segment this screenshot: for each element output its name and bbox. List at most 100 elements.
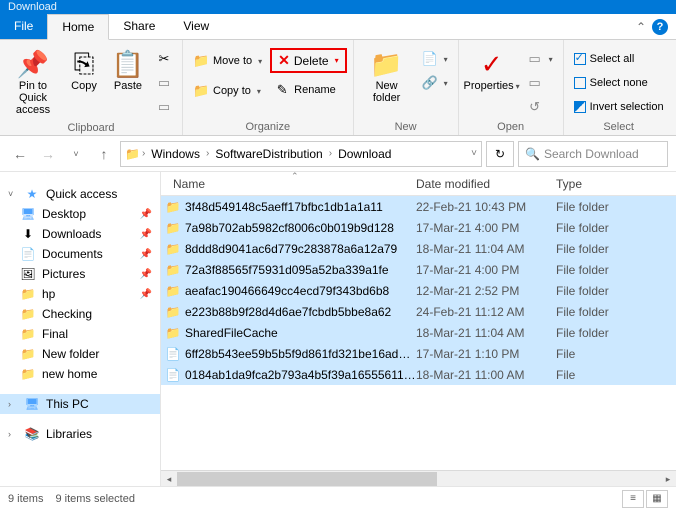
file-row[interactable]: 📁aeafac190466649cc4ecd79f343bd6b812-Mar-…: [161, 280, 676, 301]
address-bar[interactable]: 📁 › Windows › SoftwareDistribution › Dow…: [120, 141, 482, 167]
nav-libraries[interactable]: › 📚 Libraries: [0, 424, 160, 444]
history-button[interactable]: ↺: [523, 96, 557, 118]
horizontal-scrollbar[interactable]: ◂ ▸: [161, 470, 676, 486]
file-type: File folder: [556, 284, 646, 298]
chevron-right-icon[interactable]: ›: [8, 399, 18, 409]
copy-icon: ⎘: [74, 48, 95, 80]
file-row[interactable]: 📁e223b88b9f28d4d6ae7fcbdb5bbe8a6224-Feb-…: [161, 301, 676, 322]
chevron-down-icon[interactable]: ˅: [8, 189, 18, 199]
navigation-pane[interactable]: ˅ ★ Quick access 🖥Desktop📌⬇Downloads📌📄Do…: [0, 172, 160, 486]
sidebar-item[interactable]: 🖥Desktop📌: [0, 204, 160, 224]
view-icons-button[interactable]: ▦: [646, 490, 668, 508]
file-icon: 📄: [161, 347, 185, 361]
properties-button[interactable]: ✓ Properties▾: [465, 44, 519, 97]
copy-button[interactable]: ⎘ Copy: [64, 44, 104, 96]
file-date: 18-Mar-21 11:00 AM: [416, 368, 556, 382]
column-name[interactable]: Name: [161, 177, 416, 191]
file-list[interactable]: 📁3f48d549148c5aeff17bfbc1db1a1a1122-Feb-…: [161, 196, 676, 470]
breadcrumb-segment[interactable]: SoftwareDistribution: [211, 147, 326, 161]
folder-icon: 📁: [161, 200, 185, 214]
scroll-left-icon[interactable]: ◂: [161, 472, 177, 486]
chevron-right-icon[interactable]: ›: [206, 148, 209, 159]
open-button[interactable]: ▭▾: [523, 48, 557, 70]
help-icon[interactable]: ?: [652, 19, 668, 35]
history-icon: ↺: [527, 99, 543, 115]
file-row[interactable]: 📁3f48d549148c5aeff17bfbc1db1a1a1122-Feb-…: [161, 196, 676, 217]
chevron-down-icon: ▾: [258, 57, 262, 66]
folder-icon: 📁: [161, 284, 185, 298]
search-input[interactable]: 🔍 Search Download: [518, 141, 668, 167]
scroll-right-icon[interactable]: ▸: [660, 472, 676, 486]
easy-access-button[interactable]: 🔗▾: [418, 72, 452, 94]
sidebar-item[interactable]: 📁new home: [0, 364, 160, 384]
tab-file[interactable]: File: [0, 14, 47, 39]
refresh-button[interactable]: ↻: [486, 141, 514, 167]
nav-this-pc[interactable]: › 🖥 This PC: [0, 394, 160, 414]
pin-to-quick-access-button[interactable]: 📌 Pin to Quick access: [6, 44, 60, 120]
paste-button[interactable]: 📋 Paste: [108, 44, 148, 96]
chevron-right-icon[interactable]: ›: [329, 148, 332, 159]
nav-quick-access[interactable]: ˅ ★ Quick access: [0, 184, 160, 204]
delete-button[interactable]: ✕ Delete▾: [270, 48, 346, 73]
sidebar-item[interactable]: 📁hp📌: [0, 284, 160, 304]
scrollbar-thumb[interactable]: [177, 472, 437, 486]
up-button[interactable]: ↑: [92, 142, 116, 166]
edit-icon: ▭: [527, 75, 543, 91]
copy-to-button[interactable]: 📁 Copy to▾: [189, 80, 266, 102]
breadcrumb-segment[interactable]: Download: [334, 147, 395, 161]
file-row[interactable]: 📄6ff28b543ee59b5b5f9d861fd321be16adb8...…: [161, 343, 676, 364]
copy-path-button[interactable]: ▭: [152, 72, 176, 94]
folder-icon: 📁: [20, 327, 36, 341]
cut-button[interactable]: ✂: [152, 48, 176, 70]
file-row[interactable]: 📁72a3f88565f75931d095a52ba339a1fe17-Mar-…: [161, 259, 676, 280]
sidebar-item[interactable]: 🖼Pictures📌: [0, 264, 160, 284]
column-date[interactable]: Date modified: [416, 177, 556, 191]
new-folder-button[interactable]: 📁 New folder: [360, 44, 414, 108]
tab-view[interactable]: View: [169, 14, 223, 39]
sidebar-item[interactable]: 📄Documents📌: [0, 244, 160, 264]
file-row[interactable]: 📄0184ab1da9fca2b793a4b5f39a1655561108...…: [161, 364, 676, 385]
sidebar-item[interactable]: ⬇Downloads📌: [0, 224, 160, 244]
ribbon-collapse-icon[interactable]: ⌃: [636, 20, 646, 34]
move-to-button[interactable]: 📁 Move to▾: [189, 50, 266, 72]
paste-shortcut-button[interactable]: ▭: [152, 96, 176, 118]
file-row[interactable]: 📁8ddd8d9041ac6d779c283878a6a12a7918-Mar-…: [161, 238, 676, 259]
sidebar-item-label: Pictures: [42, 267, 85, 281]
paste-icon: 📋: [112, 48, 144, 80]
new-item-button[interactable]: 📄▾: [418, 48, 452, 70]
address-dropdown-icon[interactable]: ˅: [471, 148, 477, 159]
sidebar-item-label: Desktop: [42, 207, 86, 221]
invert-selection-button[interactable]: Invert selection: [570, 96, 668, 118]
ribbon-group-clipboard: 📌 Pin to Quick access ⎘ Copy 📋 Paste ✂ ▭…: [0, 40, 183, 135]
select-all-button[interactable]: Select all: [570, 48, 668, 70]
view-details-button[interactable]: ≡: [622, 490, 644, 508]
group-label-organize: Organize: [245, 121, 290, 133]
file-row[interactable]: 📁SharedFileCache18-Mar-21 11:04 AMFile f…: [161, 322, 676, 343]
file-list-area: ⌃ Name Date modified Type 📁3f48d549148c5…: [160, 172, 676, 486]
chevron-right-icon[interactable]: ›: [8, 429, 18, 439]
tab-share[interactable]: Share: [109, 14, 169, 39]
select-all-icon: [574, 53, 586, 65]
select-none-button[interactable]: Select none: [570, 72, 668, 94]
invert-selection-icon: [574, 101, 586, 113]
file-row[interactable]: 📁7a98b702ab5982cf8006c0b019b9d12817-Mar-…: [161, 217, 676, 238]
recent-locations-button[interactable]: ˅: [64, 142, 88, 166]
ribbon-group-select: Select all Select none Invert selection …: [564, 40, 674, 135]
sidebar-item[interactable]: 📁Final: [0, 324, 160, 344]
file-name: 0184ab1da9fca2b793a4b5f39a1655561108...: [185, 368, 416, 382]
group-label-open: Open: [497, 121, 524, 133]
sidebar-item[interactable]: 📁Checking: [0, 304, 160, 324]
sidebar-item[interactable]: 📁New folder: [0, 344, 160, 364]
edit-button[interactable]: ▭: [523, 72, 557, 94]
column-type[interactable]: Type: [556, 177, 646, 191]
sidebar-item-label: new home: [42, 367, 97, 381]
rename-button[interactable]: ✎ Rename: [270, 79, 346, 101]
tab-home[interactable]: Home: [47, 14, 109, 40]
forward-button[interactable]: →: [36, 142, 60, 166]
folder-icon: 📁: [161, 263, 185, 277]
file-date: 17-Mar-21 4:00 PM: [416, 221, 556, 235]
back-button[interactable]: ←: [8, 142, 32, 166]
chevron-right-icon[interactable]: ›: [142, 148, 145, 159]
breadcrumb-segment[interactable]: Windows: [147, 147, 204, 161]
properties-icon: ✓: [481, 48, 503, 80]
